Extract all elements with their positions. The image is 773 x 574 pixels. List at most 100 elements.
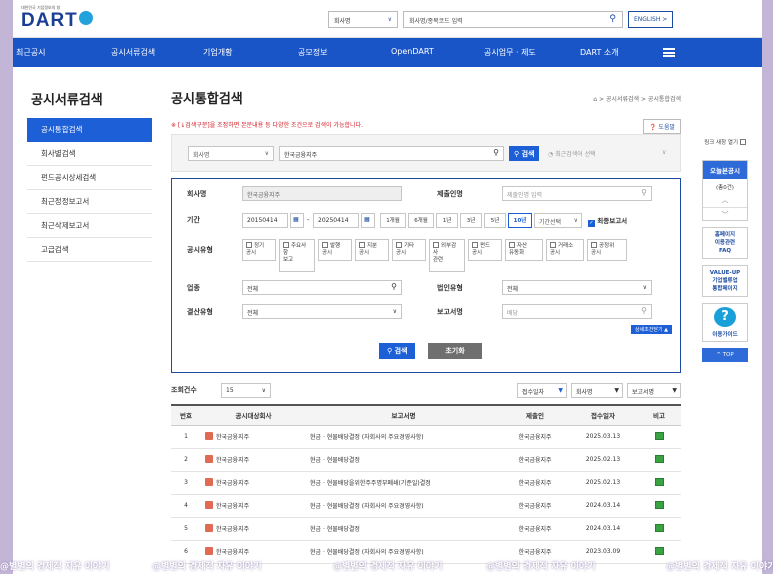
industry-field[interactable]: 전체 ⚲ [242,280,402,295]
type-other-checkbox[interactable]: 기타 공시 [392,239,426,261]
quick-search-type-select[interactable]: 회사명 ∨ [188,146,274,161]
type-exchange-checkbox[interactable]: 거래소 공시 [546,239,584,261]
calendar-icon[interactable]: ▦ [361,213,375,228]
search-icon[interactable]: ⚲ [391,282,397,291]
nav-about-dart[interactable]: DART 소개 [580,47,619,58]
exchange-icon[interactable] [654,454,664,463]
menu-icon[interactable] [663,48,675,57]
exchange-icon[interactable] [654,431,664,440]
sidebar-item-fund-search[interactable]: 펀드공시상세검색 [27,166,152,190]
nav-offering-info[interactable]: 공모정보 [298,47,327,58]
type-audit-checkbox[interactable]: 외부감사 관련 [429,239,465,272]
result-count-select[interactable]: 15 ∨ [221,383,271,398]
row-company[interactable]: 한국금융지주 [201,471,306,495]
table-header-row: 번호 공시대상회사 보고서명 제출인 접수일자 비고 [171,404,681,426]
table-row: 2 한국금융지주 현금 · 현물배당결정 한국금융지주 2025.02.13 [171,448,681,472]
row-number: 5 [171,517,201,541]
recent-viewed-title[interactable]: 오늘본공시 [703,161,747,179]
search-icon[interactable]: ⚲ [493,148,499,157]
type-abs-checkbox[interactable]: 자산 유동화 [505,239,543,261]
row-company[interactable]: 한국금융지주 [201,494,306,518]
company-name-field[interactable]: 한국금융지주 [242,186,402,201]
row-report-link[interactable]: 현금 · 현물배당결정 [306,517,501,541]
period-1month-button[interactable]: 1개월 [380,213,406,228]
row-company[interactable]: 한국금융지주 [201,517,306,541]
sidebar-item-recent-corrections[interactable]: 최근정정보고서 [27,190,152,214]
search-icon[interactable]: ⚲ [609,14,616,24]
row-report-link[interactable]: 현금 · 현물배당결정 (자회사의 주요경영사항) [306,425,501,449]
header-search-input[interactable]: 회사명/종목코드 입력 ⚲ [403,11,623,28]
calendar-icon[interactable]: ▦ [290,213,304,228]
english-button[interactable]: ENGLISH > [628,11,674,28]
row-report-link[interactable]: 현금 · 현물배당결정 [306,448,501,472]
scroll-top-button[interactable]: ^ TOP [702,348,748,362]
type-ftc-checkbox[interactable]: 공정위 공시 [587,239,627,261]
row-filer: 한국금융지주 [501,448,569,472]
dart-logo[interactable]: 대한민국 기업정보의 창 DART [21,5,93,31]
nav-company-overview[interactable]: 기업개황 [203,47,232,58]
company-mark-icon [205,455,213,463]
exchange-icon[interactable] [654,477,664,486]
browser-page: 대한민국 기업정보의 창 DART 회사명 ∨ 회사명/종목코드 입력 ⚲ EN… [13,0,762,574]
user-guide-link[interactable]: ? 이용가이드 [702,303,748,342]
faq-link[interactable]: 홈페이지 이용관련 FAQ [702,227,748,259]
search-icon[interactable]: ⚲ [641,306,647,315]
result-count-label: 조회건수 [171,386,197,394]
row-report-link[interactable]: 현금 · 현물배당결정 (자회사의 주요경영사항) [306,494,501,518]
search-icon[interactable]: ⚲ [641,188,647,197]
exchange-icon[interactable] [654,500,664,509]
new-window-toggle[interactable]: 링크 새창 열기 [697,138,753,146]
sidebar-item-integrated-search[interactable]: 공시통합검색 [27,118,152,142]
exchange-icon[interactable] [654,546,664,555]
filer-name-field[interactable]: 제출인명 입력 ⚲ [502,186,652,201]
final-report-checkbox[interactable]: ✓ 최종보고서 [588,215,627,227]
period-1year-button[interactable]: 1년 [436,213,458,228]
sidebar-item-advanced-search[interactable]: 고급검색 [27,238,152,262]
sort-by-date-select[interactable]: 접수일자 ▼ [517,383,567,398]
sort-by-report-select[interactable]: 보고서명 ▼ [627,383,681,398]
period-6month-button[interactable]: 6개월 [408,213,434,228]
quick-search-button[interactable]: ⚲ 검색 [509,146,540,161]
nav-recent-disclosure[interactable]: 최근공시 [16,47,45,58]
nav-document-search[interactable]: 공시서류검색 [111,47,155,58]
row-company[interactable]: 한국금융지주 [201,425,306,449]
row-report-link[interactable]: 현금 · 현물배당을위한주주명부폐쇄(기준일)결정 [306,471,501,495]
exchange-icon[interactable] [654,523,664,532]
sort-by-company-select[interactable]: 회사명 ▼ [571,383,623,398]
settlement-select[interactable]: 전체 ∨ [242,304,402,319]
sidebar-item-company-search[interactable]: 회사별검색 [27,142,152,166]
type-issue-checkbox[interactable]: 발행 공시 [318,239,352,261]
detail-toggle-button[interactable]: 상세조건닫기 ▲ [630,325,672,334]
period-5year-button[interactable]: 5년 [484,213,506,228]
type-fund-checkbox[interactable]: 펀드 공시 [468,239,502,261]
row-company[interactable]: 한국금융지주 [201,448,306,472]
type-major-checkbox[interactable]: 주요사항 보고 [279,239,315,272]
company-mark-icon [205,524,213,532]
reset-button[interactable]: 초기화 [428,343,482,359]
type-periodic-checkbox[interactable]: 정기 공시 [242,239,276,261]
help-button[interactable]: ❓ 도움말 [643,119,681,134]
col-number: 번호 [171,404,201,426]
report-name-field[interactable]: 배당 ⚲ [502,304,652,319]
valueup-link[interactable]: VALUE-UP 기업밸류업 통합페이지 [702,265,748,297]
period-3year-button[interactable]: 3년 [460,213,482,228]
type-equity-checkbox[interactable]: 지분 공시 [355,239,389,261]
sidebar-item-recent-deletions[interactable]: 최근삭제보고서 [27,214,152,238]
search-button[interactable]: ⚲ 검색 [379,343,416,359]
end-date-field[interactable]: 20250414 [313,213,359,228]
chevron-down-icon: ∨ [387,16,392,23]
nav-disclosure-rules[interactable]: 공시업무 · 제도 [484,47,536,58]
period-select[interactable]: 기간선택 ∨ [534,213,582,228]
chevron-up-icon[interactable]: ︿ [703,195,747,207]
chevron-down-icon[interactable]: ﹀ [703,207,747,220]
corp-type-select[interactable]: 전체 ∨ [502,280,652,295]
recent-searches-select[interactable]: ◔ 최근검색어 선택 [548,149,596,158]
row-filer: 한국금융지주 [501,471,569,495]
period-10year-button[interactable]: 10년 [508,213,532,228]
quick-menu: 오늘본공시 (총0건) ︿ ﹀ 홈페이지 이용관련 FAQ VALUE-UP 기… [702,160,748,368]
start-date-field[interactable]: 20150414 [242,213,288,228]
main-nav: 최근공시 공시서류검색 기업개황 공모정보 OpenDART 공시업무 · 제도… [13,38,762,67]
header-search-type-select[interactable]: 회사명 ∨ [328,11,398,28]
quick-search-input[interactable]: 한국금융지주 ⚲ [279,146,504,161]
nav-opendart[interactable]: OpenDART [391,47,434,56]
